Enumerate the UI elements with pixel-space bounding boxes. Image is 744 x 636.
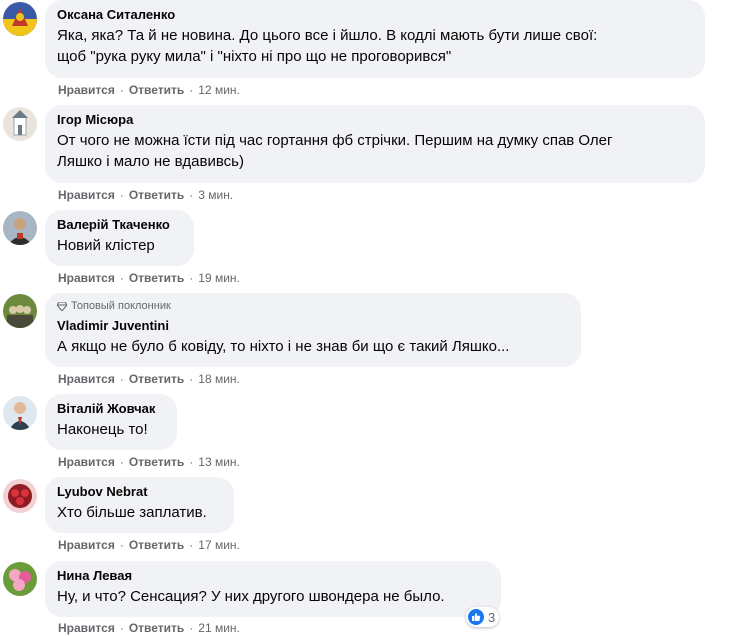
comment-bubble: Lyubov Nebrat Хто більше заплатив. [45, 477, 234, 533]
comment-bubble: Топовый поклонник Vladimir Juventini А я… [45, 293, 581, 367]
reaction-summary[interactable]: 3 [466, 607, 500, 627]
like-button[interactable]: Нравится [58, 83, 115, 97]
comment-text-line: От чого не можна їсти під час гортання ф… [57, 132, 613, 149]
like-button[interactable]: Нравится [58, 621, 115, 635]
comment-text: От чого не можна їсти під час гортання ф… [57, 130, 693, 172]
comment-bubble: Оксана Ситаленко Яка, яка? Та й не новин… [45, 0, 705, 78]
comment-text: Наконець то! [57, 419, 165, 440]
separator-dot: · [119, 455, 124, 469]
comment-text-line: щоб "рука руку мила" і "ніхто ні про що … [57, 48, 452, 65]
separator-dot: · [189, 271, 194, 285]
comment-text-line: Хто більше заплатив. [57, 504, 207, 521]
comment-actions: Нравится · Ответить · 13 мин. [58, 454, 240, 470]
thumbs-up-icon [472, 613, 481, 621]
comment-bubble: Валерій Ткаченко Новий клістер [45, 210, 194, 266]
top-fan-badge: Топовый поклонник [57, 299, 569, 313]
separator-dot: · [119, 188, 124, 202]
avatar-image [3, 396, 37, 430]
separator-dot: · [119, 372, 124, 386]
badge-label: Топовый поклонник [71, 300, 171, 312]
comment-time[interactable]: 3 мин. [198, 188, 233, 202]
comment-time[interactable]: 12 мин. [198, 83, 240, 97]
reply-button[interactable]: Ответить [129, 188, 184, 202]
comment-author[interactable]: Vladimir Juventini [57, 318, 569, 334]
separator-dot: · [119, 621, 124, 635]
like-button[interactable]: Нравится [58, 455, 115, 469]
comment-time[interactable]: 13 мин. [198, 455, 240, 469]
like-button[interactable]: Нравится [58, 372, 115, 386]
like-button[interactable]: Нравится [58, 271, 115, 285]
comment-author[interactable]: Ігор Місюра [57, 112, 693, 128]
comment-time[interactable]: 19 мин. [198, 271, 240, 285]
comment-bubble: Віталій Жовчак Наконець то! [45, 394, 177, 450]
comment-time[interactable]: 18 мин. [198, 372, 240, 386]
avatar-image [3, 294, 37, 328]
reply-button[interactable]: Ответить [129, 455, 184, 469]
comment-actions: Нравится · Ответить · 19 мин. [58, 270, 240, 286]
like-button[interactable]: Нравится [58, 538, 115, 552]
comment-text-line: А якщо не було б ковіду, то ніхто і не з… [57, 338, 510, 355]
comment-text-line: Яка, яка? Та й не новина. До цього все і… [57, 27, 598, 44]
comment-text: Новий клістер [57, 235, 182, 256]
comment-bubble: Нина Левая Ну, и что? Сенсация? У них др… [45, 561, 501, 617]
avatar[interactable] [3, 2, 37, 36]
separator-dot: · [189, 538, 194, 552]
comment-author[interactable]: Віталій Жовчак [57, 401, 165, 417]
avatar[interactable] [3, 562, 37, 596]
separator-dot: · [189, 83, 194, 97]
like-button[interactable]: Нравится [58, 188, 115, 202]
comment-text-line: Ну, и что? Сенсация? У них другого швонд… [57, 588, 445, 605]
like-reaction-icon [468, 609, 484, 625]
separator-dot: · [189, 372, 194, 386]
comment-author[interactable]: Оксана Ситаленко [57, 7, 693, 23]
separator-dot: · [189, 455, 194, 469]
comment-author[interactable]: Lyubov Nebrat [57, 484, 222, 500]
comment-text: Яка, яка? Та й не новина. До цього все і… [57, 25, 693, 67]
reply-button[interactable]: Ответить [129, 621, 184, 635]
comment-text: А якщо не було б ковіду, то ніхто і не з… [57, 336, 569, 357]
comment-time[interactable]: 17 мин. [198, 538, 240, 552]
avatar[interactable] [3, 211, 37, 245]
comment-text-line: Наконець то! [57, 421, 148, 438]
avatar-image [3, 562, 37, 596]
avatar-image [3, 2, 37, 36]
avatar[interactable] [3, 479, 37, 513]
avatar-image [3, 479, 37, 513]
reply-button[interactable]: Ответить [129, 83, 184, 97]
avatar[interactable] [3, 294, 37, 328]
diamond-icon [57, 301, 67, 311]
comment-actions: Нравится · Ответить · 21 мин. [58, 620, 240, 636]
comment-actions: Нравится · Ответить · 3 мин. [58, 187, 233, 203]
comment-author[interactable]: Нина Левая [57, 568, 489, 584]
comment-actions: Нравится · Ответить · 18 мин. [58, 371, 240, 387]
comment-text: Ну, и что? Сенсация? У них другого швонд… [57, 586, 489, 607]
avatar[interactable] [3, 396, 37, 430]
separator-dot: · [119, 83, 124, 97]
avatar[interactable] [3, 107, 37, 141]
comment-text-line: Новий клістер [57, 237, 155, 254]
separator-dot: · [119, 271, 124, 285]
separator-dot: · [189, 621, 194, 635]
comment-bubble: Ігор Місюра От чого не можна їсти під ча… [45, 105, 705, 183]
reply-button[interactable]: Ответить [129, 372, 184, 386]
comment-actions: Нравится · Ответить · 12 мин. [58, 82, 240, 98]
comment-author[interactable]: Валерій Ткаченко [57, 217, 182, 233]
comment-text: Хто більше заплатив. [57, 502, 222, 523]
separator-dot: · [119, 538, 124, 552]
comment-time[interactable]: 21 мин. [198, 621, 240, 635]
reply-button[interactable]: Ответить [129, 538, 184, 552]
reaction-count: 3 [488, 609, 496, 625]
reply-button[interactable]: Ответить [129, 271, 184, 285]
avatar-image [3, 211, 37, 245]
separator-dot: · [189, 188, 194, 202]
comment-actions: Нравится · Ответить · 17 мин. [58, 537, 240, 553]
avatar-image [3, 107, 37, 141]
comment-text-line: Ляшко і мало не вдавивсь) [57, 153, 244, 170]
